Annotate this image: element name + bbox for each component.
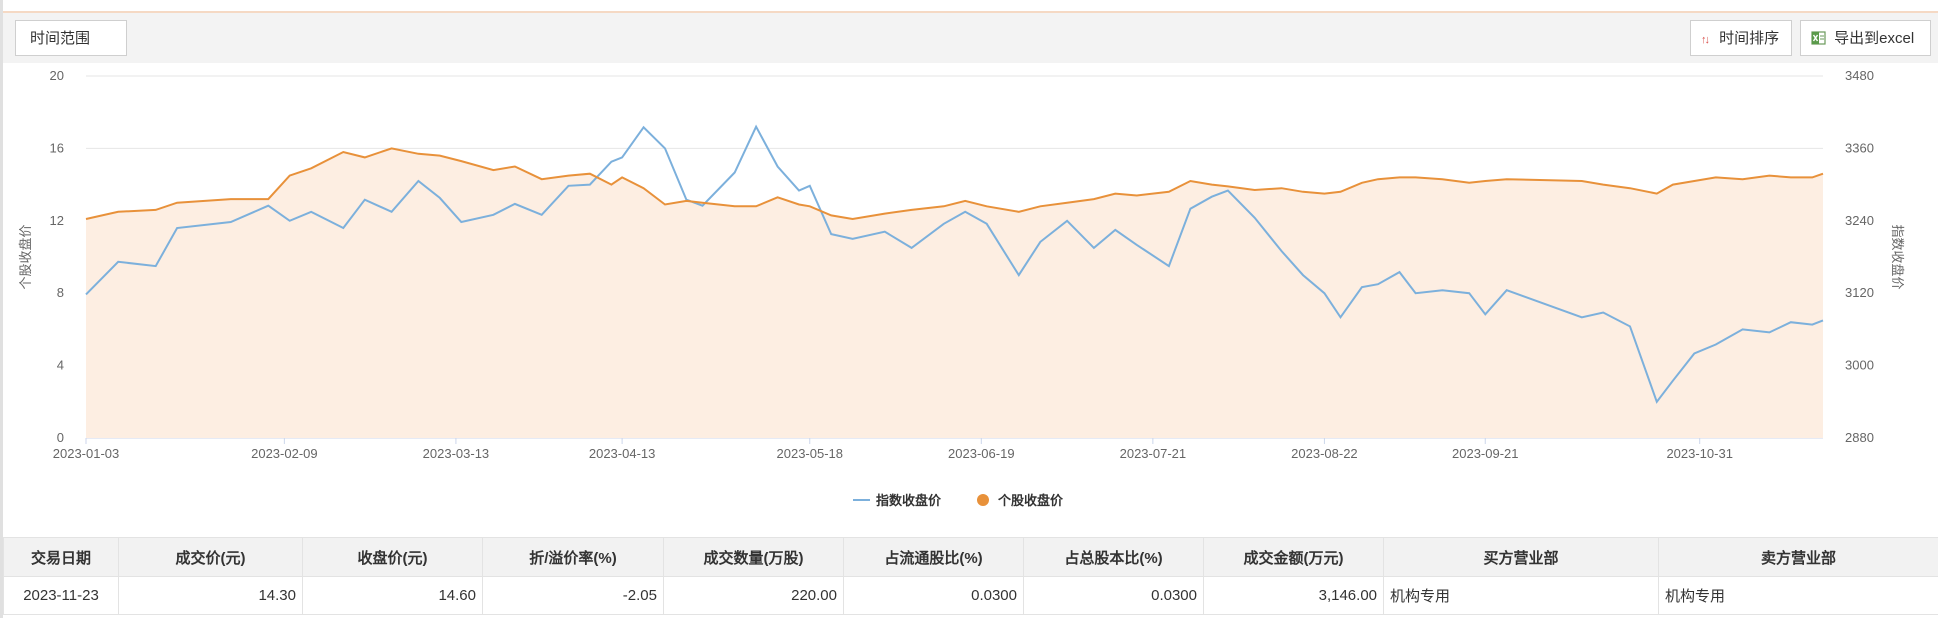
- header-trade-price: 成交价(元): [118, 537, 303, 577]
- y-axis-title-right: 指数收盘价: [1890, 224, 1905, 289]
- cell-trade-date: 2023-11-23: [3, 576, 119, 615]
- top-border: [0, 0, 1938, 13]
- x-tick-label: 2023-03-13: [423, 446, 490, 461]
- header-buyer: 买方营业部: [1383, 537, 1659, 577]
- y-tick-label-left: 20: [50, 68, 64, 83]
- header-trade-date: 交易日期: [3, 537, 119, 577]
- cell-trade-price: 14.30: [118, 576, 303, 615]
- time-sort-label: 时间排序: [1719, 30, 1780, 47]
- cell-buyer: 机构专用: [1383, 576, 1659, 615]
- header-seller: 卖方营业部: [1658, 537, 1938, 577]
- cell-seller: 机构专用: [1658, 576, 1938, 615]
- header-total-ratio: 占总股本比(%): [1023, 537, 1204, 577]
- legend-index-label: 指数收盘价: [876, 493, 942, 508]
- toolbar: 时间范围 ↑↓ 时间排序 导出到excel: [3, 13, 1938, 63]
- export-excel-label: 导出到excel: [1834, 30, 1915, 47]
- y-tick-label-left: 16: [50, 140, 64, 155]
- y-tick-label-right: 3240: [1845, 213, 1874, 228]
- export-excel-button[interactable]: 导出到excel: [1800, 20, 1931, 56]
- header-close-price: 收盘价(元): [302, 537, 483, 577]
- y-tick-label-right: 3120: [1845, 285, 1874, 300]
- cell-close-price: 14.60: [302, 576, 483, 615]
- header-float-ratio: 占流通股比(%): [843, 537, 1024, 577]
- cell-amount: 3,146.00: [1203, 576, 1384, 615]
- time-sort-button[interactable]: ↑↓ 时间排序: [1690, 20, 1792, 56]
- cell-total-ratio: 0.0300: [1023, 576, 1204, 615]
- x-tick-label: 2023-06-19: [948, 446, 1015, 461]
- legend-stock-label: 个股收盘价: [997, 493, 1064, 508]
- header-amount: 成交金额(万元): [1203, 537, 1384, 577]
- x-tick-label: 2023-01-03: [53, 446, 120, 461]
- y-tick-label-left: 8: [57, 285, 64, 300]
- time-range-button[interactable]: 时间范围: [15, 20, 127, 56]
- sort-arrows-icon: ↑↓: [1701, 34, 1710, 46]
- stock-area: [86, 148, 1823, 438]
- y-tick-label-right: 3480: [1845, 68, 1874, 83]
- block-trade-table: 交易日期 成交价(元) 收盘价(元) 折/溢价率(%) 成交数量(万股) 占流通…: [3, 537, 1938, 615]
- x-tick-label: 2023-07-21: [1120, 446, 1187, 461]
- header-premium-rate: 折/溢价率(%): [482, 537, 664, 577]
- header-volume: 成交数量(万股): [663, 537, 844, 577]
- cell-premium-rate: -2.05: [482, 576, 664, 615]
- excel-icon: [1811, 31, 1826, 45]
- y-tick-label-left: 0: [57, 430, 64, 445]
- x-tick-label: 2023-02-09: [251, 446, 318, 461]
- table-header-row: 交易日期 成交价(元) 收盘价(元) 折/溢价率(%) 成交数量(万股) 占流通…: [3, 537, 1938, 577]
- y-tick-label-right: 2880: [1845, 430, 1874, 445]
- x-tick-label: 2023-08-22: [1291, 446, 1358, 461]
- x-tick-label: 2023-09-21: [1452, 446, 1519, 461]
- y-tick-label-left: 12: [50, 213, 64, 228]
- y-axis-title-left: 个股收盘价: [18, 224, 33, 289]
- price-chart: 0 2880 4 3000 8 3120 12 3240 16 3360 20 3480 2023-01…: [18, 68, 1905, 508]
- x-tick-label: 2023-10-31: [1666, 446, 1733, 461]
- table-row: 2023-11-23 14.30 14.60 -2.05 220.00 0.03…: [3, 576, 1938, 615]
- legend-stock-marker: [977, 494, 989, 506]
- time-range-label: 时间范围: [30, 30, 91, 47]
- y-tick-label-left: 4: [57, 358, 64, 373]
- y-tick-label-right: 3360: [1845, 140, 1874, 155]
- x-tick-label: 2023-04-13: [589, 446, 656, 461]
- y-tick-label-right: 3000: [1845, 358, 1874, 373]
- x-tick-label: 2023-05-18: [777, 446, 844, 461]
- cell-float-ratio: 0.0300: [843, 576, 1024, 615]
- cell-volume: 220.00: [663, 576, 844, 615]
